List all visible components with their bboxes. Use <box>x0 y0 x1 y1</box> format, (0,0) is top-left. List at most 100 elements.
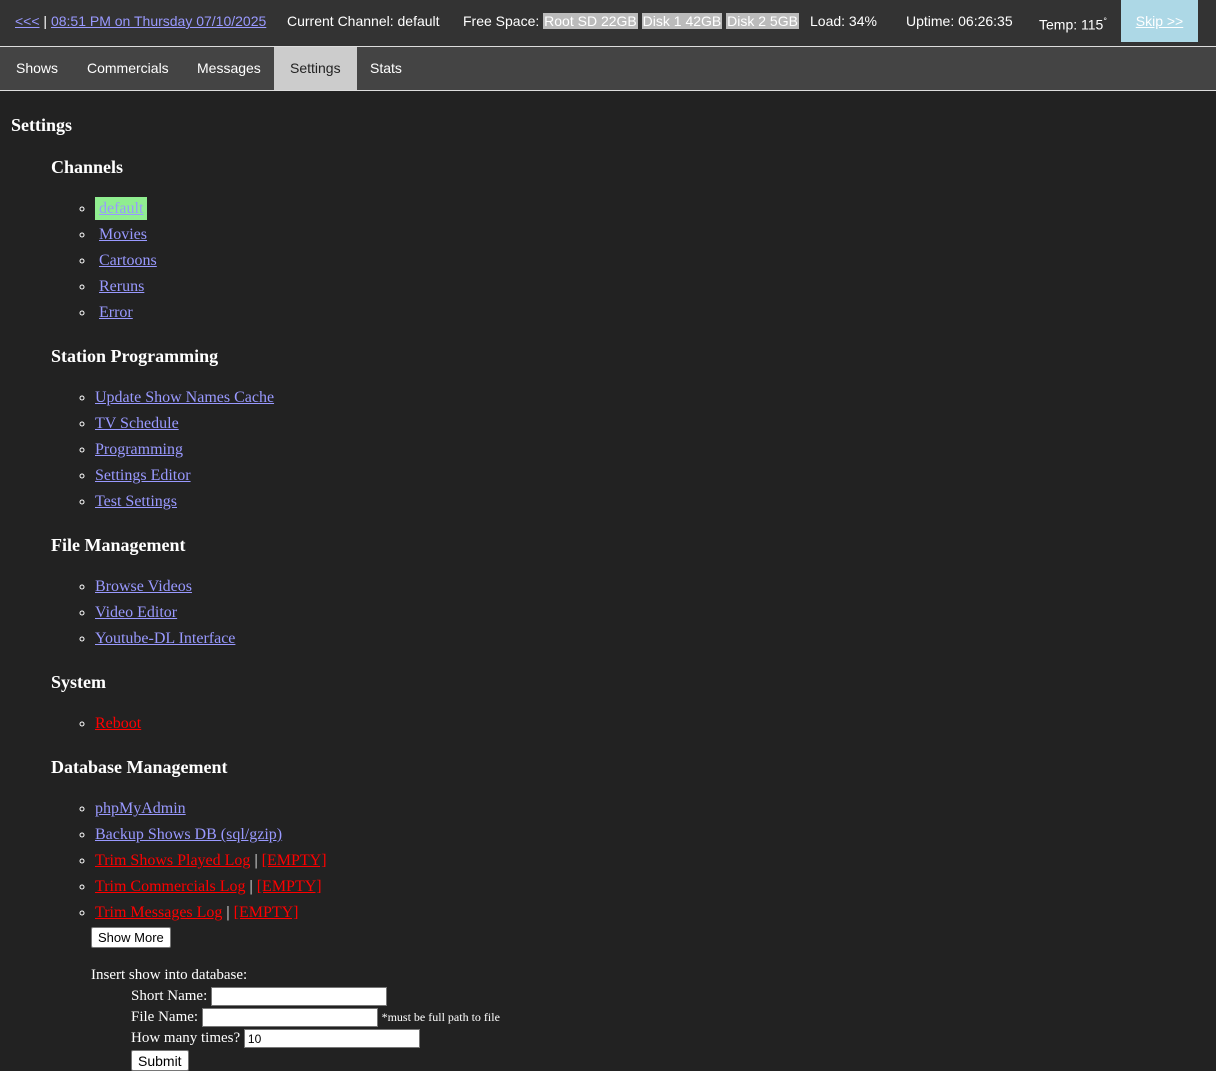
database-heading: Database Management <box>51 757 228 777</box>
back-link[interactable]: <<< <box>15 13 40 29</box>
empty-commercials-link[interactable]: [EMPTY] <box>257 878 322 895</box>
short-name-input[interactable] <box>211 987 387 1007</box>
test-settings-link[interactable]: Test Settings <box>95 493 177 510</box>
system-list: Reboot <box>51 711 1201 737</box>
list-item: Youtube-DL Interface <box>95 626 1201 652</box>
trim-messages-link[interactable]: Trim Messages Log <box>95 904 222 921</box>
file-management-list: Browse Videos Video Editor Youtube-DL In… <box>51 574 1201 652</box>
times-label: How many times? <box>131 1030 241 1046</box>
channel-item-reruns: Reruns <box>95 274 1201 300</box>
system-heading: System <box>51 672 106 692</box>
free-space: Free Space: Root SD 22GB Disk 1 42GB Dis… <box>463 13 799 29</box>
database-list: phpMyAdmin Backup Shows DB (sql/gzip) Tr… <box>51 796 1201 926</box>
list-item: Update Show Names Cache <box>95 385 1201 411</box>
datetime-link[interactable]: 08:51 PM on Thursday 07/10/2025 <box>51 13 266 29</box>
times-input[interactable] <box>243 1029 420 1049</box>
channel-item-cartoons: Cartoons <box>95 248 1201 274</box>
list-item: TV Schedule <box>95 411 1201 437</box>
youtube-dl-link[interactable]: Youtube-DL Interface <box>95 630 235 647</box>
disk-badge-1: Disk 1 42GB <box>641 13 723 29</box>
separator: | <box>249 878 253 895</box>
load-indicator: Load: 34% <box>810 13 877 29</box>
tab-commercials[interactable]: Commercials <box>71 47 185 90</box>
free-space-label: Free Space: <box>463 13 540 29</box>
list-item: Settings Editor <box>95 463 1201 489</box>
list-item: Trim Messages Log | [EMPTY] <box>95 900 1201 926</box>
file-management-heading: File Management <box>51 535 186 555</box>
list-item: Trim Commercials Log | [EMPTY] <box>95 874 1201 900</box>
file-name-note: *must be full path to file <box>381 1010 500 1024</box>
tab-messages[interactable]: Messages <box>181 47 277 90</box>
list-item: Programming <box>95 437 1201 463</box>
file-management-section: File Management Browse Videos Video Edit… <box>51 535 1201 652</box>
list-item: phpMyAdmin <box>95 796 1201 822</box>
file-name-label: File Name: <box>131 1009 199 1025</box>
channel-list: default Movies Cartoons Reruns Error <box>51 196 1201 326</box>
temp-unit: ° <box>1103 16 1107 26</box>
empty-shows-played-link[interactable]: [EMPTY] <box>262 852 327 869</box>
browse-videos-link[interactable]: Browse Videos <box>95 578 192 595</box>
skip-button[interactable]: Skip >> <box>1121 0 1198 42</box>
channel-link-movies[interactable]: Movies <box>95 226 151 243</box>
channel-link-error[interactable]: Error <box>95 304 137 321</box>
list-item: Trim Shows Played Log | [EMPTY] <box>95 848 1201 874</box>
settings-editor-link[interactable]: Settings Editor <box>95 467 191 484</box>
page-title: Settings <box>11 115 73 135</box>
skip-link[interactable]: Skip >> <box>1136 13 1183 29</box>
temp-value: Temp: 115 <box>1039 16 1104 33</box>
insert-form-fields: Short Name: File Name: *must be full pat… <box>131 986 1201 1071</box>
channel-item-error: Error <box>95 300 1201 326</box>
insert-show-form: Insert show into database: Short Name: F… <box>91 965 1201 1071</box>
show-more-button[interactable]: Show More <box>91 927 171 948</box>
tab-shows[interactable]: Shows <box>0 47 74 90</box>
disk-badge-2: Disk 2 5GB <box>726 13 799 29</box>
programming-link[interactable]: Programming <box>95 441 183 458</box>
list-item: Backup Shows DB (sql/gzip) <box>95 822 1201 848</box>
separator: | <box>254 852 258 869</box>
update-show-names-cache-link[interactable]: Update Show Names Cache <box>95 389 274 406</box>
insert-form-title: Insert show into database: <box>91 967 248 983</box>
trim-commercials-link[interactable]: Trim Commercials Log <box>95 878 246 895</box>
times-row: How many times? <box>131 1028 1201 1049</box>
channel-link-reruns[interactable]: Reruns <box>95 278 148 295</box>
separator: | <box>43 13 48 29</box>
short-name-row: Short Name: <box>131 986 1201 1007</box>
backup-shows-db-link[interactable]: Backup Shows DB (sql/gzip) <box>95 826 282 843</box>
station-programming-list: Update Show Names Cache TV Schedule Prog… <box>51 385 1201 515</box>
list-item: Video Editor <box>95 600 1201 626</box>
channel-item-movies: Movies <box>95 222 1201 248</box>
temp-indicator: Temp: 115° <box>1039 16 1107 33</box>
reboot-link[interactable]: Reboot <box>95 715 141 732</box>
video-editor-link[interactable]: Video Editor <box>95 604 177 621</box>
current-channel: Current Channel: default <box>287 13 440 29</box>
station-programming-heading: Station Programming <box>51 346 219 366</box>
file-name-input[interactable] <box>201 1008 378 1028</box>
list-item: Reboot <box>95 711 1201 737</box>
channel-link-default[interactable]: default <box>95 197 148 220</box>
short-name-label: Short Name: <box>131 988 208 1004</box>
database-section: Database Management phpMyAdmin Backup Sh… <box>51 757 1201 1071</box>
trim-shows-played-link[interactable]: Trim Shows Played Log <box>95 852 250 869</box>
tab-stats[interactable]: Stats <box>354 47 418 90</box>
file-name-row: File Name: *must be full path to file <box>131 1007 1201 1028</box>
channels-section: Channels default Movies Cartoons Reruns … <box>51 157 1201 326</box>
settings-content: Settings Channels default Movies Cartoon… <box>11 115 1201 1071</box>
disk-badge-root: Root SD 22GB <box>543 13 638 29</box>
phpmyadmin-link[interactable]: phpMyAdmin <box>95 800 186 817</box>
show-more-wrap: Show More <box>91 927 1201 948</box>
channel-link-cartoons[interactable]: Cartoons <box>95 252 161 269</box>
separator: | <box>226 904 230 921</box>
channels-heading: Channels <box>51 157 124 177</box>
empty-messages-link[interactable]: [EMPTY] <box>234 904 299 921</box>
channel-item-default: default <box>95 196 1201 222</box>
list-item: Test Settings <box>95 489 1201 515</box>
system-section: System Reboot <box>51 672 1201 737</box>
list-item: Browse Videos <box>95 574 1201 600</box>
nav-datetime: <<< | 08:51 PM on Thursday 07/10/2025 <box>15 13 266 29</box>
tv-schedule-link[interactable]: TV Schedule <box>95 415 179 432</box>
station-programming-section: Station Programming Update Show Names Ca… <box>51 346 1201 515</box>
main-tabs: Shows Commercials Messages Settings Stat… <box>0 47 1216 91</box>
status-bar: <<< | 08:51 PM on Thursday 07/10/2025 Cu… <box>0 0 1216 47</box>
uptime-indicator: Uptime: 06:26:35 <box>906 13 1013 29</box>
tab-settings[interactable]: Settings <box>274 47 357 90</box>
